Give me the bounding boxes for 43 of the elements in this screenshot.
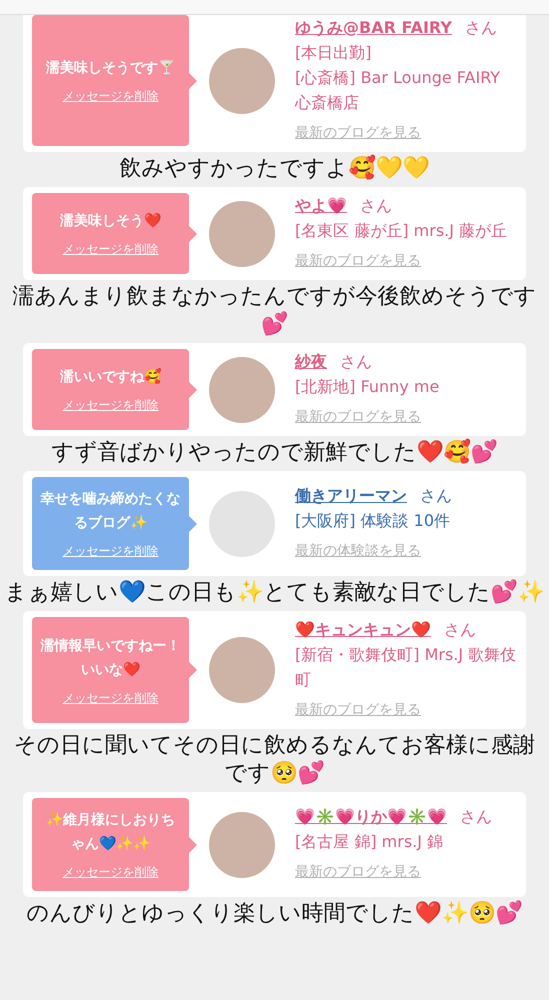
latest-posts-link[interactable]: 最新のブログを見る [295,405,421,430]
message-text: 幸せを噛み締めたくなるブログ✨ [40,490,181,533]
profile-name-link[interactable]: 紗夜 [295,352,327,371]
location-text: [北新地] Funny me [295,376,440,398]
profile-name-link[interactable]: ゆうみ@BAR FAIRY [295,18,452,37]
message-text: 濡美味しそう❤ [60,212,161,231]
profile-name-link[interactable]: 働きアリーマン [295,486,407,505]
message-text: ✨維月様にしおりちゃん💙✨✨ [45,811,176,854]
caption-text: まぁ嬉しい💙この日も✨とても素敵な日でした💕✨ [4,579,546,607]
location-text: [大阪府] 体験談 10件 [295,510,450,532]
caption-text: のんびりとゆっくり楽しい時間でした❤✨🥺💕 [26,900,524,928]
latest-posts-link[interactable]: 最新のブログを見る [295,698,421,723]
delete-message-link[interactable]: メッセージを削除 [62,543,158,560]
caption-text: 濡あんまり飲まなかったんですが今後飲めそうです💕 [12,283,538,339]
honorific-text: さん [465,18,498,37]
honorific-text: さん [360,196,392,215]
location-text: [新宿・歌舞伎町] Mrs.J 歌舞伎町 [295,644,518,691]
delete-message-link[interactable]: メッセージを削除 [62,397,158,414]
latest-posts-link[interactable]: 最新のブログを見る [295,121,421,146]
status-tag: [本日出勤] [295,43,372,62]
message-text: 濡美味しそうです🍸 [46,58,175,78]
honorific-text: さん [444,620,476,639]
message-text: 濡いいですね🥰 [60,367,161,387]
delete-message-link[interactable]: メッセージを削除 [62,88,158,105]
profile-name-link[interactable]: ❤キュンキュン❤ [295,620,431,639]
latest-posts-link[interactable]: 最新のブログを見る [295,249,421,274]
caption-text: その日に聞いてその日に飲めるなんてお客様に感謝です🥺💕 [13,732,536,788]
honorific-text: さん [340,352,372,371]
caption-text: すず音ばかりやったので新鮮でした❤🥰💕 [50,439,498,467]
latest-posts-link[interactable]: 最新のブログを見る [295,860,421,885]
honorific-text: さん [460,807,492,826]
location-text: [名東区 藤が丘] mrs.J 藤が丘 [295,220,508,242]
delete-message-link[interactable]: メッセージを削除 [62,864,158,881]
profile-name-link[interactable]: 💗✳💗りか💗✳💗 [295,807,447,826]
honorific-text: さん [420,486,452,505]
profile-name-link[interactable]: やよ💗 [295,196,347,215]
latest-posts-link[interactable]: 最新の体験談を見る [295,539,421,564]
delete-message-link[interactable]: メッセージを削除 [62,241,158,258]
message-text: 濡情報早いですねー！いいな❤ [40,636,181,680]
location-text: [心斎橋] Bar Lounge FAIRY 心斎橋店 [295,67,502,114]
location-text: [名古屋 錦] mrs.J 錦 [295,831,444,853]
delete-message-link[interactable]: メッセージを削除 [62,690,158,706]
caption-text: 飲みやすかったですよ🥰💛💛 [118,155,430,183]
